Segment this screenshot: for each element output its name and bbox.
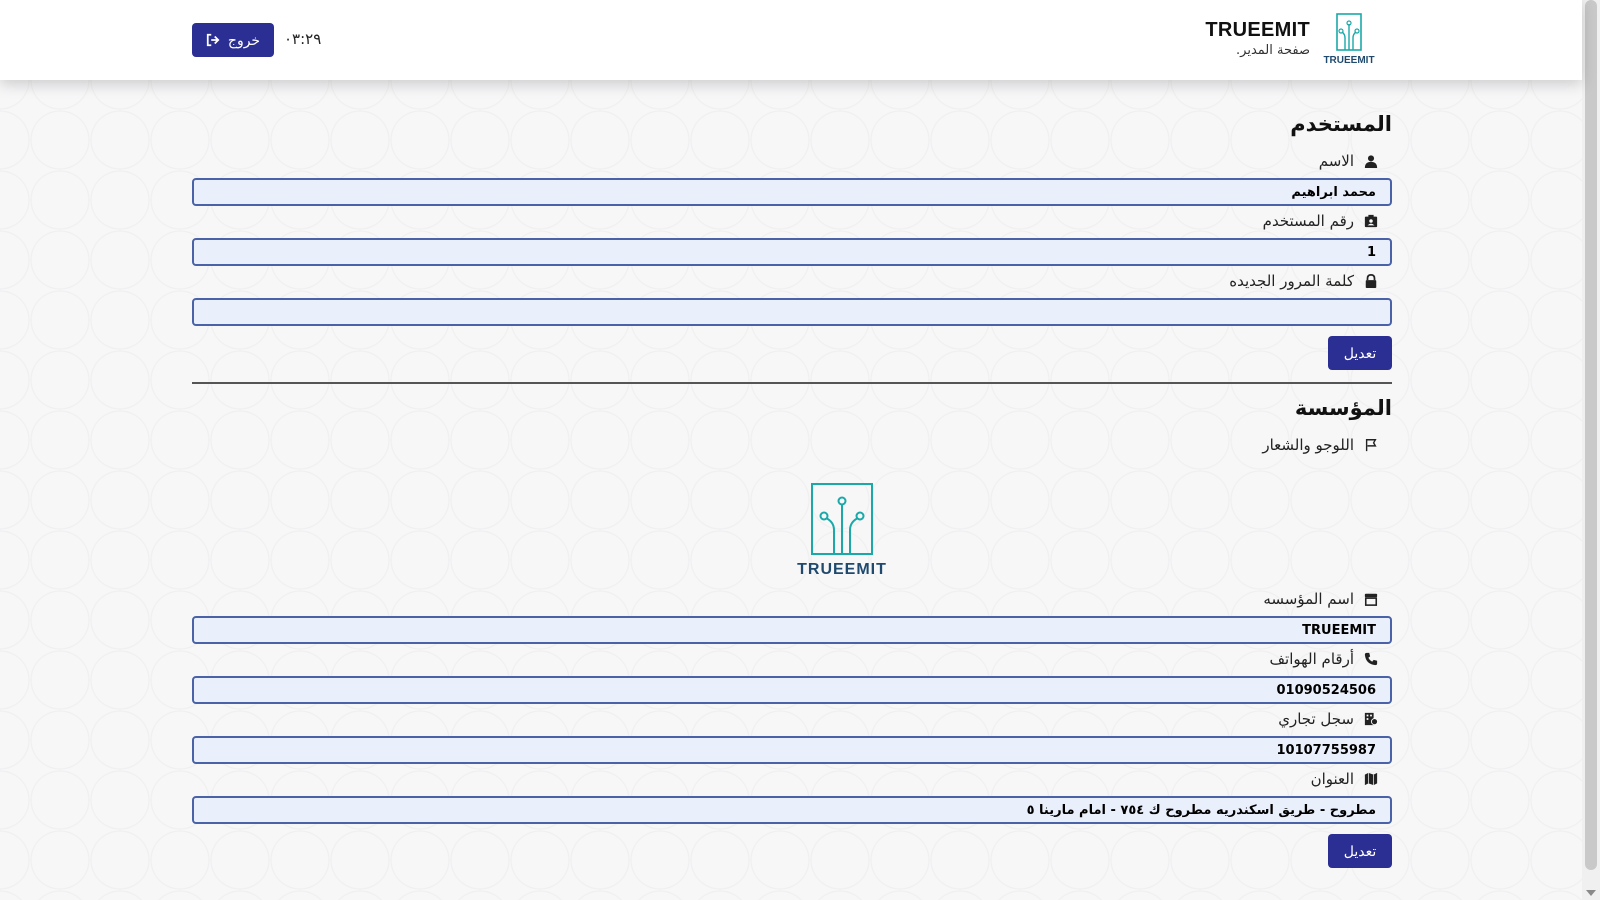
phone-icon bbox=[1364, 652, 1378, 666]
section-divider bbox=[192, 382, 1392, 384]
brand-logo: TRUEEMIT bbox=[1323, 13, 1375, 66]
phones-input[interactable] bbox=[192, 676, 1392, 704]
phones-label: أرقام الهواتف bbox=[1269, 650, 1354, 668]
top-header: TRUEEMIT TRUEEMIT صفحة المدير. خروج ٠٣:٢… bbox=[0, 0, 1582, 80]
password-input[interactable] bbox=[192, 298, 1392, 326]
building-icon bbox=[1364, 712, 1378, 726]
name-label-row: الاسم bbox=[1319, 152, 1378, 170]
user-edit-button[interactable]: تعديل bbox=[1328, 336, 1392, 370]
vertical-scrollbar[interactable] bbox=[1582, 0, 1600, 900]
logout-icon bbox=[206, 33, 220, 47]
org-edit-button[interactable]: تعديل bbox=[1328, 834, 1392, 868]
brand-subtitle: صفحة المدير. bbox=[1236, 43, 1310, 58]
scroll-down-arrow-icon[interactable] bbox=[1586, 890, 1596, 896]
lock-icon bbox=[1365, 274, 1377, 288]
svg-text:TRUEEMIT: TRUEEMIT bbox=[1323, 55, 1374, 66]
address-label-row: العنوان bbox=[1311, 770, 1378, 788]
user-id-input[interactable] bbox=[192, 238, 1392, 266]
user-id-label: رقم المستخدم bbox=[1262, 212, 1354, 230]
user-section-title: المستخدم bbox=[1290, 112, 1392, 136]
phones-label-row: أرقام الهواتف bbox=[1270, 650, 1378, 668]
commercial-reg-input[interactable] bbox=[192, 736, 1392, 764]
password-label: كلمة المرور الجديده bbox=[1229, 272, 1354, 290]
name-label: الاسم bbox=[1318, 152, 1354, 170]
logo-label-row: اللوجو والشعار bbox=[1262, 436, 1378, 454]
scrollbar-thumb[interactable] bbox=[1585, 0, 1597, 870]
svg-text:TRUEEMIT: TRUEEMIT bbox=[797, 561, 887, 578]
org-name-input[interactable] bbox=[192, 616, 1392, 644]
commercial-reg-label: سجل تجاري bbox=[1278, 710, 1354, 728]
commercial-reg-label-row: سجل تجاري bbox=[1278, 710, 1378, 728]
clock-display: ٠٣:٢٩ bbox=[284, 30, 322, 48]
org-name-label: اسم المؤسسه bbox=[1263, 590, 1354, 608]
organization-logo: TRUEEMIT bbox=[797, 483, 887, 578]
brand-title: TRUEEMIT bbox=[1205, 19, 1310, 41]
user-id-label-row: رقم المستخدم bbox=[1263, 212, 1378, 230]
name-input[interactable] bbox=[192, 178, 1392, 206]
org-section-title: المؤسسة bbox=[1294, 396, 1392, 420]
map-icon bbox=[1364, 772, 1378, 786]
logout-button[interactable]: خروج bbox=[192, 23, 274, 57]
logo-label: اللوجو والشعار bbox=[1262, 436, 1354, 454]
org-name-label-row: اسم المؤسسه bbox=[1263, 590, 1378, 608]
store-icon bbox=[1364, 593, 1378, 606]
main-content: المستخدم الاسم رقم المستخدم كلمة المرور … bbox=[192, 80, 1392, 900]
user-icon bbox=[1364, 155, 1378, 168]
flag-icon bbox=[1365, 439, 1377, 452]
id-card-icon bbox=[1364, 214, 1378, 228]
logout-label: خروج bbox=[227, 31, 261, 48]
address-input[interactable] bbox=[192, 796, 1392, 824]
address-label: العنوان bbox=[1310, 770, 1354, 788]
password-label-row: كلمة المرور الجديده bbox=[1229, 272, 1378, 290]
